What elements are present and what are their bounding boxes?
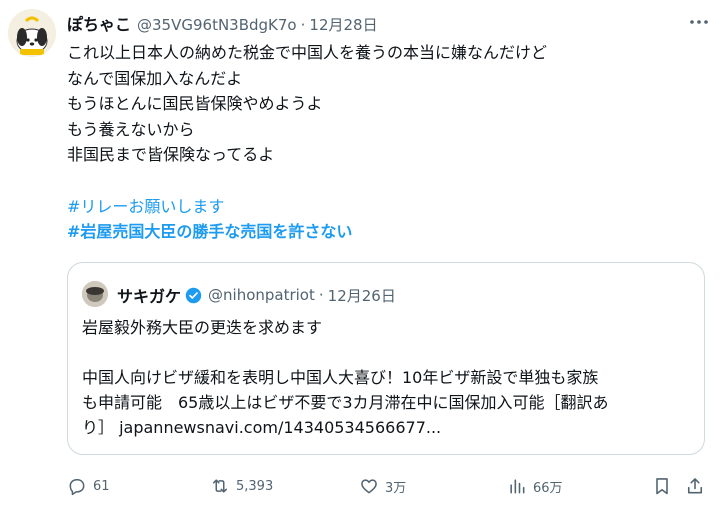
tweet-date[interactable]: 12月28日	[309, 14, 377, 35]
bookmark-icon	[656, 478, 668, 495]
more-options-icon[interactable]	[689, 14, 709, 28]
tweet-text-line: これ以上日本人の納めた税金で中国人を養うの本当に嫌なんだけど	[67, 43, 548, 62]
author-avatar[interactable]	[8, 9, 56, 57]
quoted-tweet-text: 岩屋毅外務大臣の更迭を求めます 中国人向けビザ緩和を表明し中国人大喜び！10年ビ…	[82, 315, 694, 440]
quoted-tweet[interactable]: サキガケ @nihonpatriot · 12月26日 岩屋毅外務大臣の更迭を求…	[67, 262, 705, 455]
quoted-text-line: り］ japannewsnavi.com/14340534566677...	[82, 418, 442, 437]
quoted-author-handle[interactable]: @nihonpatriot	[208, 286, 315, 304]
pochacco-avatar-image	[8, 9, 56, 57]
separator-dot: ·	[300, 16, 306, 34]
bookmark-button[interactable]	[652, 476, 672, 496]
reply-icon	[69, 479, 85, 496]
share-icon	[687, 478, 703, 494]
quoted-tweet-header: サキガケ @nihonpatriot · 12月26日	[117, 283, 396, 307]
reply-button[interactable]: 61	[67, 476, 110, 496]
tweet-header: ぽちゃこ @35VG96tN3BdgK7o · 12月28日	[67, 11, 378, 35]
views-icon	[510, 479, 525, 494]
author-handle[interactable]: @35VG96tN3BdgK7o	[137, 16, 297, 34]
quoted-text-line: も申請可能 65歳以上はビザ不要で3カ月滞在中に国保加入可能［翻訳あ	[82, 393, 609, 412]
quoted-tweet-date[interactable]: 12月26日	[328, 285, 396, 306]
retweet-icon	[213, 479, 227, 493]
retweet-count: 5,393	[236, 478, 274, 494]
hashtag-link-iwaya[interactable]: #岩屋売国大臣の勝手な売国を許さない	[67, 219, 707, 245]
tweet-text-line: もうほとんに国民皆保険やめようよ	[67, 94, 323, 113]
views-button[interactable]: 66万	[507, 476, 563, 496]
heart-icon	[361, 479, 377, 494]
tweet-actions-bar: 61 5,393 3万 66万	[67, 476, 707, 500]
like-count: 3万	[385, 480, 407, 496]
verified-badge-icon	[185, 287, 202, 303]
hashtag-link-relay[interactable]: #リレーお願いします	[67, 194, 707, 220]
quoted-text-line: 岩屋毅外務大臣の更迭を求めます	[82, 318, 323, 337]
tweet-text-line: 非国民まで皆保険なってるよ	[67, 145, 275, 164]
quoted-author-display-name[interactable]: サキガケ	[117, 283, 181, 307]
tweet-text-line: なんで国保加入なんだよ	[67, 68, 243, 88]
author-display-name[interactable]: ぽちゃこ	[67, 11, 131, 35]
separator-dot: ·	[318, 286, 324, 304]
reply-count: 61	[93, 478, 110, 494]
tweet-text-line: もう養えないから	[67, 119, 195, 139]
share-button[interactable]	[685, 476, 705, 496]
views-count: 66万	[533, 480, 563, 496]
tweet[interactable]: ぽちゃこ @35VG96tN3BdgK7o · 12月28日 これ以上日本人の納…	[0, 0, 727, 512]
quoted-text-line: 中国人向けビザ緩和を表明し中国人大喜び！10年ビザ新設で単独も家族	[82, 368, 599, 387]
quoted-author-avatar[interactable]	[82, 281, 108, 307]
retweet-button[interactable]: 5,393	[210, 476, 273, 496]
like-button[interactable]: 3万	[359, 476, 406, 496]
tweet-text: これ以上日本人の納めた税金で中国人を養うの本当に嫌なんだけど なんで国保加入なん…	[67, 40, 707, 245]
